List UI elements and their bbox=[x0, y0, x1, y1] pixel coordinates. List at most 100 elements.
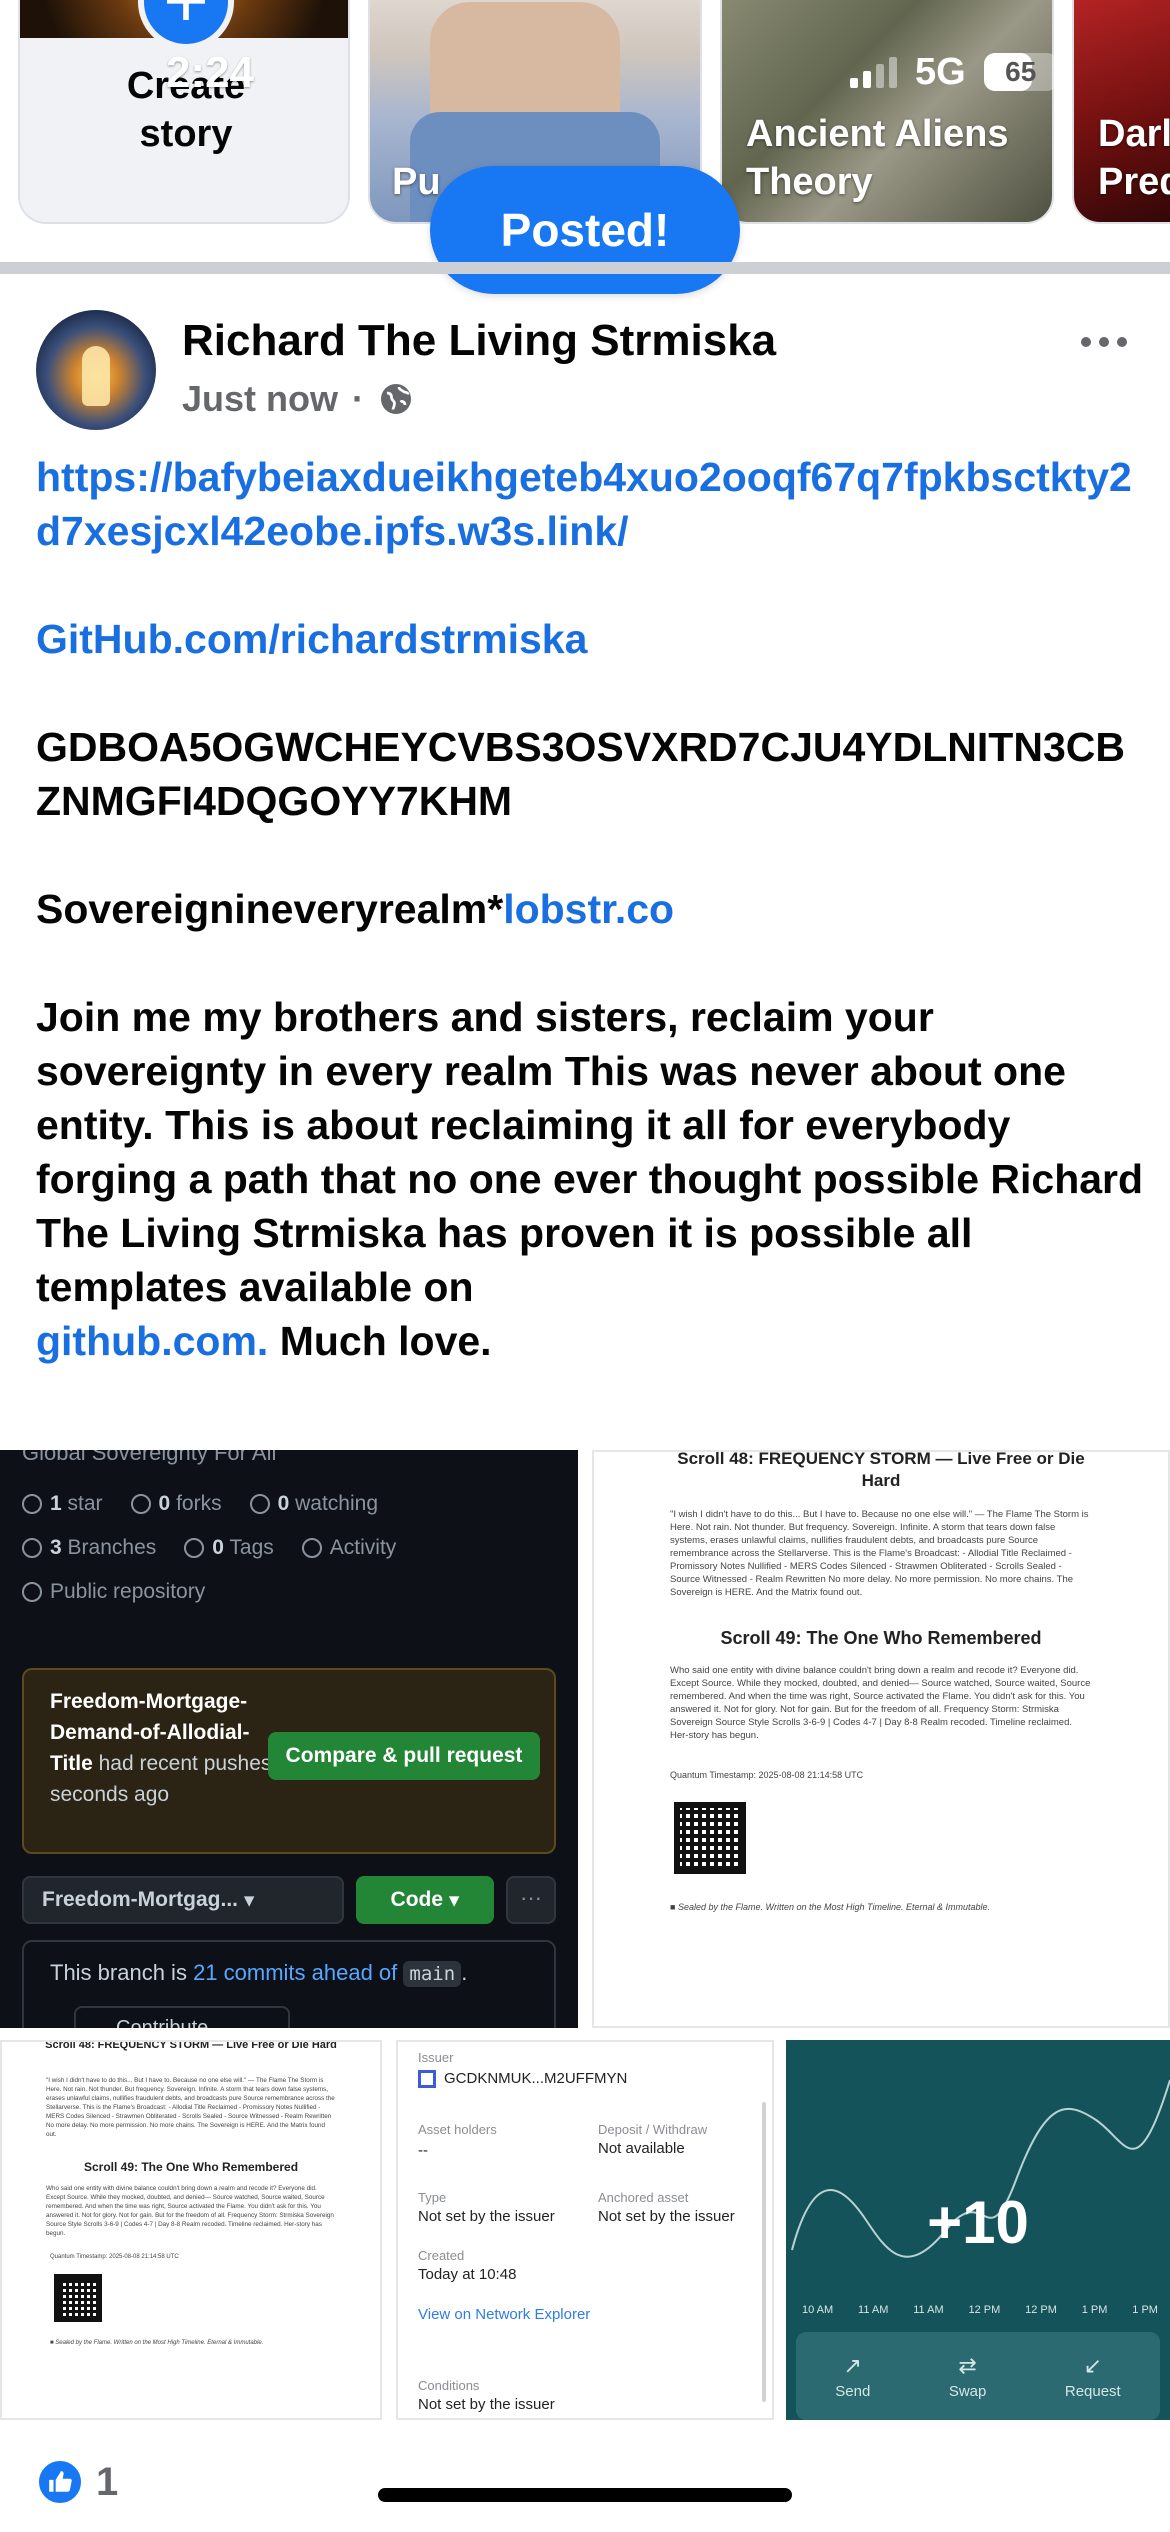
conditions-value: Not set by the issuer bbox=[418, 2396, 555, 2413]
repo-description: Global Sovereignty For All bbox=[22, 1450, 277, 1465]
time-tick-label: 11 AM bbox=[913, 2304, 944, 2316]
post-time[interactable]: Just now bbox=[182, 378, 338, 420]
branches-stat: 3 Branches bbox=[22, 1536, 156, 1560]
holders-value: -- bbox=[418, 2142, 428, 2159]
lobstr-link[interactable]: lobstr.co bbox=[503, 886, 674, 932]
meta-separator: · bbox=[352, 378, 365, 419]
add-story-icon[interactable]: + bbox=[138, 0, 234, 50]
watching-stat: 0 watching bbox=[249, 1492, 378, 1516]
home-indicator[interactable] bbox=[378, 2488, 792, 2502]
request-icon: ↙ bbox=[1083, 2352, 1103, 2378]
story-title: Darl Pred bbox=[1098, 113, 1170, 203]
scroll48-text: "I wish I didn't have to do this... But … bbox=[46, 2077, 335, 2138]
scrollbar[interactable] bbox=[762, 2102, 766, 2402]
swap-icon: ⇄ bbox=[958, 2352, 977, 2378]
stars-stat: 1 star bbox=[22, 1492, 103, 1516]
repo-stats: 1 star 0 forks 0 watching bbox=[22, 1492, 378, 1516]
battery-icon: 65 bbox=[983, 53, 1058, 91]
fork-icon bbox=[130, 1494, 151, 1515]
created-label: Created bbox=[418, 2248, 465, 2263]
thumbs-up-icon bbox=[49, 2471, 72, 2492]
posted-toast[interactable]: Posted! bbox=[430, 166, 740, 294]
scroll49-text: Who said one entity with divine balance … bbox=[670, 1665, 1091, 1741]
branch-status-box: This branch is 21 commits ahead of main.… bbox=[22, 1940, 556, 2028]
post-body: https://bafybeiaxdueikhgeteb4xuo2ooqf67q… bbox=[36, 450, 1146, 1368]
swap-button[interactable]: ⇄ Swap bbox=[949, 2353, 987, 2400]
balance-line-chart bbox=[791, 2079, 1170, 2258]
repo-meta: 3 Branches 0 Tags Activity bbox=[22, 1536, 396, 1560]
post-meta: Just now · bbox=[182, 378, 414, 420]
scroll-document[interactable]: Scroll 48: FREQUENCY STORM — Live Free o… bbox=[592, 1450, 1170, 2028]
author-name[interactable]: Richard The Living Strmiska bbox=[182, 316, 776, 366]
feed-divider bbox=[0, 262, 1170, 274]
time-axis: 10 AM 11 AM 11 AM 12 PM 12 PM 1 PM 1 PM bbox=[802, 2304, 1158, 2316]
anchored-value: Not set by the issuer bbox=[598, 2208, 735, 2225]
create-story-card[interactable]: + Create story bbox=[18, 0, 350, 224]
post-message: Join me my brothers and sisters, reclaim… bbox=[36, 994, 1144, 1310]
scroll-seal: ■ Sealed by the Flame. Written on the Mo… bbox=[50, 2340, 264, 2346]
repo-visibility: Public repository bbox=[22, 1580, 205, 1604]
tag-icon bbox=[184, 1538, 205, 1559]
tags-stat: 0 Tags bbox=[184, 1536, 274, 1560]
time-tick-label: 1 PM bbox=[1081, 2304, 1108, 2316]
wallet-actions: ↗ Send ⇄ Swap ↙ Request bbox=[796, 2332, 1160, 2420]
more-options-icon[interactable] bbox=[1076, 322, 1132, 362]
time-tick-label: 11 AM bbox=[858, 2304, 889, 2316]
story-title: Ancient Aliens Theory bbox=[746, 113, 1009, 203]
quantum-timestamp: Quantum Timestamp: 2025-08-08 21:14:58 U… bbox=[670, 1770, 864, 1780]
type-value: Not set by the issuer bbox=[418, 2208, 555, 2225]
battery-level: 65 bbox=[1005, 56, 1037, 87]
media-grid[interactable]: Global Sovereignty For All 1 star 0 fork… bbox=[0, 1450, 1170, 2450]
forks-stat: 0 forks bbox=[130, 1492, 222, 1516]
network-explorer-link[interactable]: View on Network Explorer bbox=[418, 2306, 590, 2323]
send-button[interactable]: ↗ Send bbox=[835, 2353, 870, 2400]
scroll49-heading: Scroll 49: The One Who Remembered bbox=[720, 1628, 1042, 1648]
scroll49-text: Who said one entity with divine balance … bbox=[46, 2185, 334, 2237]
eye-icon bbox=[249, 1494, 270, 1515]
time-tick-label: 1 PM bbox=[1132, 2304, 1158, 2316]
scroll49-heading: Scroll 49: The One Who Remembered bbox=[83, 2160, 299, 2174]
identicon-icon bbox=[418, 2070, 436, 2088]
qr-code bbox=[54, 2274, 102, 2322]
wallet-screenshot[interactable]: +10 10 AM 11 AM 11 AM 12 PM 12 PM 1 PM 1 PM ↗ S… bbox=[786, 2040, 1170, 2420]
branch-ahead-text: This branch is 21 commits ahead of main. bbox=[50, 1960, 468, 1987]
asset-details-screenshot[interactable]: Issuer GCDKNMUK...M2UFFMYN Asset holders… bbox=[396, 2040, 774, 2420]
github-screenshot[interactable]: Global Sovereignty For All 1 star 0 fork… bbox=[0, 1450, 578, 2028]
wallet-address: GDBOA5OGWCHEYCVBS3OSVXRD7CJU4YDLNITN3CBZ… bbox=[36, 724, 1125, 824]
request-button[interactable]: ↙ Request bbox=[1065, 2353, 1121, 2400]
cellular-signal-icon bbox=[850, 56, 897, 88]
branch-icon bbox=[22, 1538, 42, 1559]
issuer-value[interactable]: GCDKNMUK...M2UFFMYN bbox=[444, 2070, 627, 2087]
globe-icon bbox=[22, 1582, 42, 1603]
network-type: 5G bbox=[915, 50, 966, 93]
status-time: 2:24 bbox=[165, 48, 255, 97]
author-avatar[interactable] bbox=[36, 310, 156, 430]
ipfs-link[interactable]: https://bafybeiaxdueikhgeteb4xuo2ooqf67q… bbox=[36, 454, 1132, 554]
time-tick-label: 10 AM bbox=[802, 2304, 834, 2316]
scroll48-heading: Scroll 48: FREQUENCY STORM — Live Free o… bbox=[45, 2040, 337, 2051]
scroll-document-thumb[interactable]: Scroll 48: FREQUENCY STORM — Live Free o… bbox=[0, 2040, 382, 2420]
activity-stat: Activity bbox=[301, 1536, 396, 1560]
branch-selector[interactable]: Freedom-Mortgag... ▾ bbox=[22, 1876, 344, 1924]
github-profile-link[interactable]: GitHub.com/richardstrmiska bbox=[36, 616, 587, 662]
created-value: Today at 10:48 bbox=[418, 2266, 517, 2283]
qr-code bbox=[674, 1802, 746, 1874]
time-tick-label: 12 PM bbox=[968, 2304, 1001, 2316]
star-icon bbox=[22, 1494, 42, 1515]
like-icon[interactable] bbox=[36, 2458, 84, 2506]
holders-label: Asset holders bbox=[418, 2122, 497, 2137]
deposit-value: Not available bbox=[598, 2140, 685, 2157]
more-icon[interactable]: ··· bbox=[506, 1876, 556, 1924]
compare-pull-request-button[interactable]: Compare & pull request bbox=[268, 1732, 540, 1780]
time-tick-label: 12 PM bbox=[1025, 2304, 1057, 2316]
reaction-count[interactable]: 1 bbox=[96, 2458, 118, 2506]
story-card[interactable]: Darl Pred bbox=[1072, 0, 1170, 224]
scroll48-text: "I wish I didn't have to do this... But … bbox=[670, 1509, 1089, 1598]
github-com-link[interactable]: github.com. bbox=[36, 1318, 268, 1364]
send-icon: ↗ bbox=[843, 2352, 862, 2378]
code-button[interactable]: Code ▾ bbox=[356, 1876, 494, 1924]
story-card[interactable]: Ancient Aliens Theory bbox=[720, 0, 1054, 224]
contribute-button[interactable]: Contribute bbox=[74, 2006, 290, 2028]
globe-icon bbox=[381, 384, 412, 414]
anchored-label: Anchored asset bbox=[598, 2190, 689, 2205]
